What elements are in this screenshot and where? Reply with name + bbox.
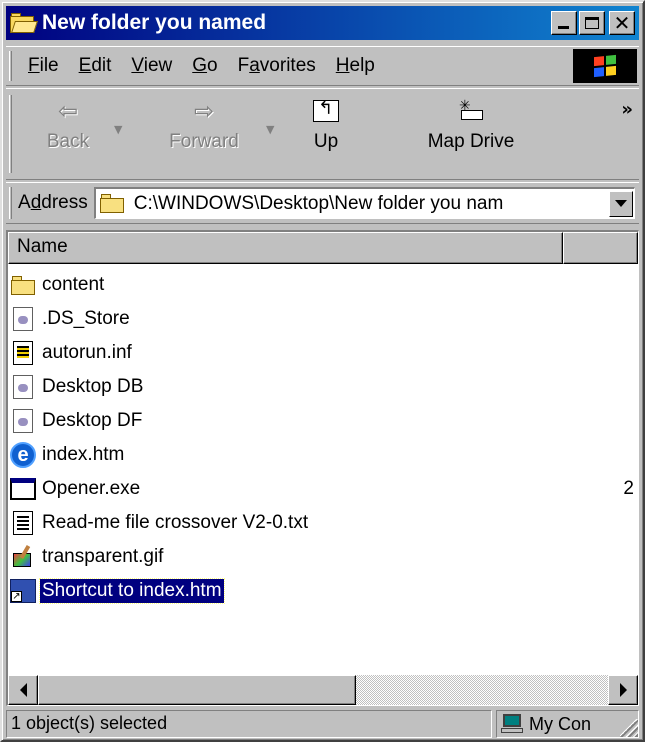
document-icon (10, 374, 36, 400)
address-field[interactable]: C:\WINDOWS\Desktop\New folder you nam (93, 187, 635, 219)
windows-logo-throbber (573, 49, 637, 83)
file-name: Opener.exe (42, 478, 141, 499)
address-label: Address (18, 192, 88, 213)
menu-edit[interactable]: Edit (69, 55, 122, 77)
up-folder-icon (313, 98, 339, 122)
forward-button[interactable]: ⇨ Forward (154, 97, 254, 153)
minimize-button[interactable] (551, 11, 577, 35)
minimize-icon (558, 26, 569, 29)
up-label: Up (313, 131, 339, 152)
file-name: Desktop DB (42, 376, 144, 397)
file-name: transparent.gif (42, 546, 164, 567)
close-icon: ✕ (613, 11, 631, 35)
file-row[interactable]: transparent.gif (8, 540, 638, 574)
folder-icon (10, 272, 36, 298)
folder-open-icon (10, 12, 38, 34)
menubar-grip[interactable] (9, 51, 12, 81)
file-row[interactable]: Opener.exe 2 (8, 472, 638, 506)
file-name: Desktop DF (42, 410, 143, 431)
image-file-icon (10, 544, 36, 570)
internet-explorer-icon: e (10, 442, 36, 468)
status-zone: My Con (496, 710, 639, 738)
forward-dropdown-icon[interactable]: ▼ (266, 123, 274, 136)
status-bar: 1 object(s) selected My Con (6, 710, 639, 738)
menu-bar: File Edit View Go Favorites Help (6, 46, 639, 86)
my-computer-icon (501, 714, 525, 734)
file-name: Shortcut to index.htm (39, 578, 225, 604)
file-name: autorun.inf (42, 342, 132, 363)
file-row-selected[interactable]: ↗ Shortcut to index.htm (8, 574, 638, 608)
back-label: Back (46, 131, 90, 152)
file-row[interactable]: Desktop DB (8, 370, 638, 404)
scroll-left-button[interactable] (8, 675, 38, 705)
addressbar-grip[interactable] (9, 187, 12, 219)
file-name: Read-me file crossover V2-0.txt (42, 512, 309, 533)
standard-toolbar: ⇦ Back ▼ ⇨ Forward ▼ Up ✳ Map Drive » (6, 88, 639, 180)
address-value[interactable]: C:\WINDOWS\Desktop\New folder you nam (134, 193, 609, 215)
column-name-header[interactable]: Name (8, 232, 563, 264)
folder-icon (99, 193, 128, 215)
file-size: 2 (623, 478, 634, 499)
status-selection-text: 1 object(s) selected (6, 710, 492, 738)
back-dropdown-icon[interactable]: ▼ (114, 123, 122, 136)
forward-label: Forward (169, 131, 239, 152)
toolbar-grip[interactable] (9, 95, 12, 173)
menu-help[interactable]: Help (326, 55, 385, 77)
menu-file[interactable]: File (18, 55, 69, 77)
file-row[interactable]: content (8, 268, 638, 302)
arrow-left-icon (19, 683, 27, 697)
file-row[interactable]: e index.htm (8, 438, 638, 472)
close-button[interactable]: ✕ (609, 11, 635, 35)
file-row[interactable]: Desktop DF (8, 404, 638, 438)
menu-go[interactable]: Go (182, 55, 227, 77)
map-drive-button[interactable]: ✳ Map Drive (406, 97, 536, 153)
map-drive-icon: ✳ (457, 98, 485, 122)
shortcut-icon: ↗ (10, 578, 36, 604)
address-dropdown-button[interactable] (609, 190, 633, 217)
file-row[interactable]: autorun.inf (8, 336, 638, 370)
toolbar-more-chevron-icon[interactable]: » (621, 99, 633, 120)
menu-favorites[interactable]: Favorites (228, 55, 326, 77)
file-row[interactable]: .DS_Store (8, 302, 638, 336)
up-button[interactable]: Up (286, 97, 366, 153)
back-arrow-icon: ⇦ (57, 97, 79, 125)
application-icon (10, 476, 36, 502)
resize-grip[interactable] (620, 719, 638, 737)
forward-arrow-icon: ⇨ (193, 97, 215, 125)
status-zone-label: My Con (529, 713, 592, 734)
chevron-down-icon (615, 200, 627, 207)
file-list[interactable]: Name content .DS_Store autorun.inf Deskt… (6, 230, 639, 706)
explorer-window: New folder you named ✕ File Edit View Go… (0, 0, 645, 742)
column-size-header[interactable] (563, 232, 638, 264)
scroll-right-button[interactable] (608, 675, 638, 705)
maximize-button[interactable] (579, 11, 605, 35)
column-header: Name (8, 232, 638, 264)
file-name: index.htm (42, 444, 125, 465)
file-name: content (42, 274, 105, 295)
menu-view[interactable]: View (121, 55, 182, 77)
map-drive-label: Map Drive (427, 131, 515, 152)
window-title: New folder you named (42, 11, 267, 34)
document-icon (10, 408, 36, 434)
arrow-right-icon (619, 683, 627, 697)
file-name: .DS_Store (42, 308, 130, 329)
back-button[interactable]: ⇦ Back (32, 97, 104, 153)
file-row[interactable]: Read-me file crossover V2-0.txt (8, 506, 638, 540)
title-bar[interactable]: New folder you named ✕ (6, 6, 639, 40)
scroll-thumb[interactable] (38, 675, 356, 705)
address-bar: Address C:\WINDOWS\Desktop\New folder yo… (6, 182, 639, 224)
document-icon (10, 306, 36, 332)
setup-info-icon (10, 340, 36, 366)
maximize-icon (585, 17, 599, 29)
text-file-icon (10, 510, 36, 536)
windows-flag-icon (594, 54, 616, 78)
horizontal-scrollbar[interactable] (8, 675, 638, 705)
